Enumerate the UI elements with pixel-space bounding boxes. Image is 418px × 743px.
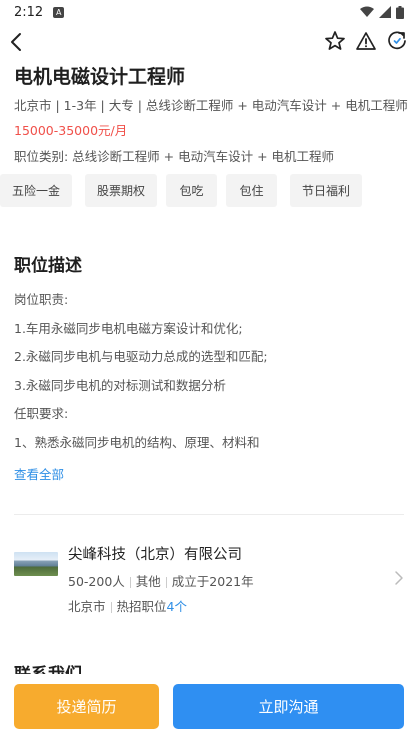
chat-now-button[interactable]: 立即沟通 (173, 684, 404, 729)
company-logo[interactable] (14, 552, 58, 576)
benefit-tag: 股票期权 (85, 174, 157, 207)
notification-icon: A (53, 6, 65, 18)
company-industry: 其他 (135, 574, 161, 589)
benefit-tag: 节日福利 (290, 174, 362, 207)
warning-icon[interactable] (355, 30, 377, 52)
description-line: 岗位职责: (14, 292, 69, 307)
description-title: 职位描述 (14, 256, 82, 276)
bottom-action-bar: 投递简历 立即沟通 (0, 674, 418, 743)
submit-resume-button[interactable]: 投递简历 (14, 684, 159, 729)
company-size: 50-200人 (68, 574, 125, 589)
company-founded: 成立于2021年 (171, 574, 254, 589)
refresh-icon[interactable] (386, 30, 408, 52)
chevron-right-icon[interactable] (394, 570, 404, 586)
benefit-tag: 五险一金 (0, 174, 72, 207)
hot-jobs-label: 热招职位 (116, 599, 167, 614)
description-line: 1、熟悉永磁同步电机的结构、原理、材料和 (14, 434, 260, 450)
company-city: 北京市 (68, 599, 106, 614)
company-location: 北京市 热招职位4个 (68, 596, 187, 615)
description-line: 3.永磁同步电机的对标测试和数据分析 (14, 377, 226, 393)
benefit-tag: 包吃 (166, 174, 217, 207)
hot-jobs-count[interactable]: 4个 (167, 599, 187, 614)
contact-title: 联系我们 (14, 660, 82, 674)
status-bar: 2:12 A (0, 0, 418, 24)
description-body: 岗位职责: 1.车用永磁同步电机电磁方案设计和优化; 2.永磁同步电机与电驱动力… (14, 290, 268, 461)
description-line: 任职要求: (14, 406, 69, 421)
status-time: 2:12 (14, 4, 44, 20)
company-name[interactable]: 尖峰科技（北京）有限公司 (68, 543, 242, 564)
salary: 15000-35000元/月 (14, 123, 128, 138)
benefit-tag: 包住 (226, 174, 277, 207)
wifi-icon (360, 6, 374, 17)
description-line: 2.永磁同步电机与电驱动力总成的选型和匹配; (14, 349, 268, 364)
nav-bar (0, 26, 418, 58)
view-all-link[interactable]: 查看全部 (14, 464, 64, 483)
description-line: 1.车用永磁同步电机电磁方案设计和优化; (14, 320, 243, 336)
company-info: 50-200人 其他 成立于2021年 (68, 571, 254, 590)
benefit-tags: 五险一金 股票期权 包吃 包住 节日福利 (0, 174, 371, 207)
job-meta: 北京市 | 1-3年 | 大专 | 总线诊断工程师 + 电动汽车设计 + 电机工… (14, 98, 408, 113)
signal-icon (379, 6, 391, 18)
back-arrow-icon[interactable] (6, 30, 28, 54)
job-category: 职位类别: 总线诊断工程师 + 电动汽车设计 + 电机工程师 (14, 149, 335, 164)
job-title: 电机电磁设计工程师 (14, 66, 186, 88)
battery-icon (396, 5, 404, 19)
divider (14, 514, 404, 515)
star-icon[interactable] (324, 30, 346, 52)
